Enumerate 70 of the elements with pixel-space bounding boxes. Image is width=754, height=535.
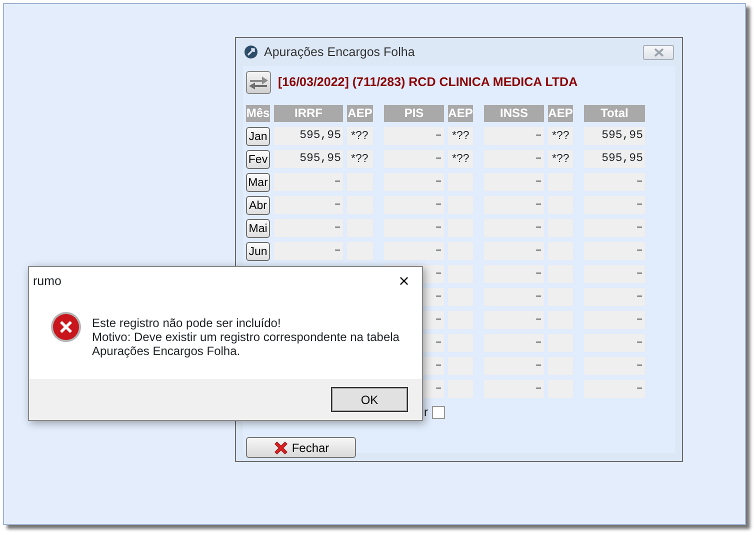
table-cell: – <box>584 334 645 352</box>
month-button[interactable]: Abr <box>246 196 270 215</box>
window-title: Apurações Encargos Folha <box>264 44 415 61</box>
error-icon <box>50 311 82 343</box>
table-cell: *?? <box>548 127 573 145</box>
column-header: AEP <box>347 105 373 122</box>
table-cell: – <box>274 173 343 191</box>
table-cell: – <box>484 334 544 352</box>
swap-button[interactable] <box>246 70 271 94</box>
ok-button[interactable]: OK <box>332 388 407 411</box>
column-header: Total <box>584 105 645 122</box>
month-button[interactable]: Fev <box>246 150 270 169</box>
table-cell: – <box>484 288 544 306</box>
table-cell: 595,95 <box>584 127 645 145</box>
table-cell: – <box>584 311 645 329</box>
table-cell: – <box>584 219 645 237</box>
table-cell: – <box>384 242 444 260</box>
table-cell: *?? <box>448 150 473 168</box>
column-header: Mês <box>246 105 270 122</box>
app-icon <box>244 45 258 59</box>
table-cell: – <box>584 173 645 191</box>
table-cell: – <box>584 380 645 398</box>
table-cell: – <box>484 173 544 191</box>
close-button[interactable]: Fechar <box>246 437 356 458</box>
table-cell: 595,95 <box>274 127 343 145</box>
table-cell: *?? <box>347 150 373 168</box>
table-cell: – <box>584 357 645 375</box>
table-cell: – <box>484 311 544 329</box>
table-cell: *?? <box>448 127 473 145</box>
dialog-title: rumo <box>33 272 62 290</box>
table-cell: *?? <box>347 127 373 145</box>
table-cell: – <box>384 173 444 191</box>
column-header: PIS <box>384 105 444 122</box>
table-cell: – <box>484 196 544 214</box>
table-cell: – <box>584 288 645 306</box>
column-header: AEP <box>548 105 573 122</box>
table-cell: *?? <box>548 150 573 168</box>
column-header: IRRF <box>274 105 343 122</box>
month-button[interactable]: Jan <box>246 127 270 146</box>
table-cell: – <box>384 150 444 168</box>
table-cell: – <box>484 242 544 260</box>
table-cell: – <box>384 219 444 237</box>
table-cell: – <box>384 127 444 145</box>
month-button[interactable]: Jun <box>246 242 270 261</box>
table-cell: 595,95 <box>584 150 645 168</box>
table-cell: – <box>274 196 343 214</box>
month-button[interactable]: Mar <box>246 173 270 192</box>
table-cell: – <box>484 150 544 168</box>
table-cell: – <box>484 380 544 398</box>
swap-arrows-icon <box>248 74 269 90</box>
table-cell: – <box>584 242 645 260</box>
month-button[interactable]: Mai <box>246 219 270 238</box>
table-cell: 595,95 <box>274 150 343 168</box>
close-button[interactable] <box>643 44 674 60</box>
table-cell: – <box>584 265 645 283</box>
option-label: r <box>423 404 428 421</box>
table-cell: – <box>274 219 343 237</box>
checkbox[interactable] <box>432 406 445 418</box>
table-cell: – <box>484 127 544 145</box>
close-icon <box>652 48 664 56</box>
column-header: AEP <box>448 105 473 122</box>
table-cell: – <box>484 357 544 375</box>
column-header: INSS <box>484 105 544 122</box>
table-cell: – <box>484 219 544 237</box>
table-cell: – <box>384 196 444 214</box>
table-cell: – <box>584 196 645 214</box>
table-cell: – <box>274 242 343 260</box>
table-cell: – <box>484 265 544 283</box>
cross-icon <box>272 440 289 456</box>
company-header: [16/03/2022] (711/283) RCD CLINICA MEDICA LTDA <box>278 74 578 91</box>
